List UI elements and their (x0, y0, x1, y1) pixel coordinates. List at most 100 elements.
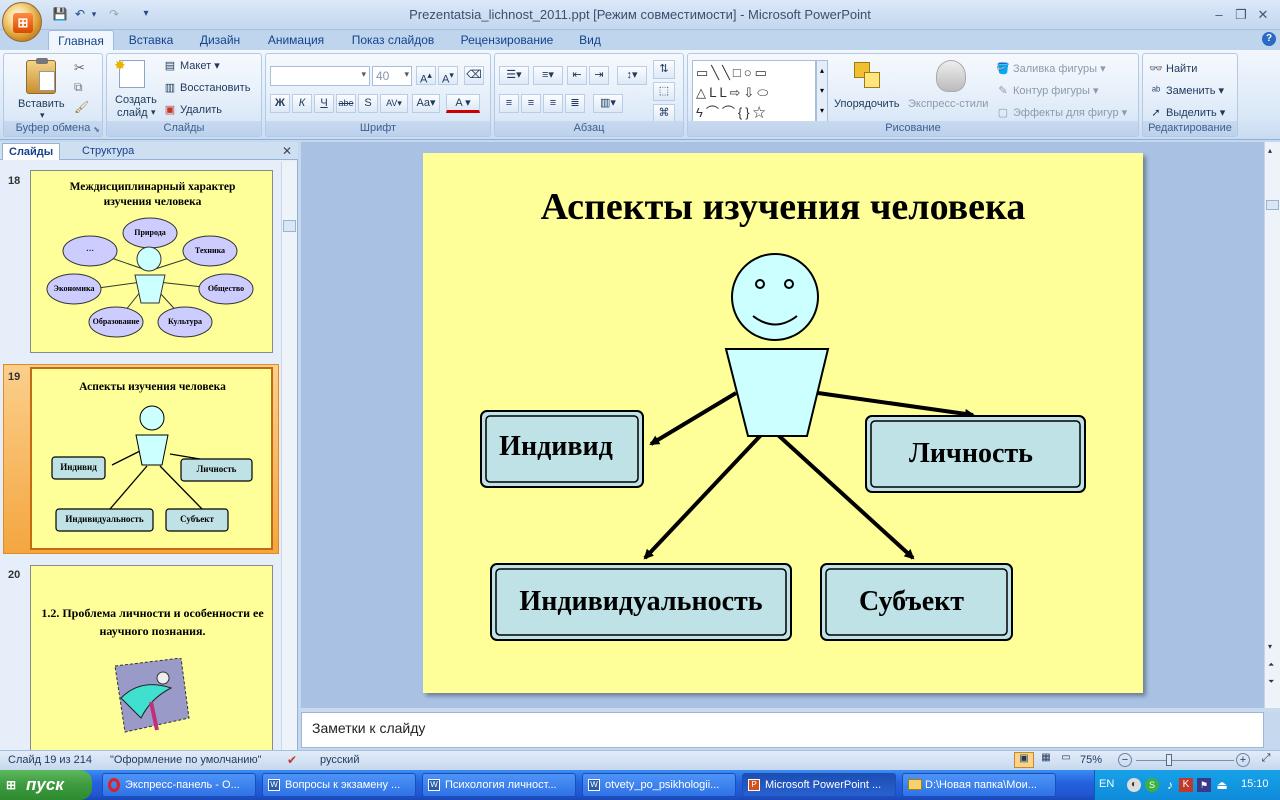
shape-effects-button[interactable]: ▢ Эффекты для фигур ▾ (996, 106, 1127, 120)
align-center-icon[interactable]: ≡ (521, 94, 541, 113)
slide-thumbnail-19[interactable]: Аспекты изучения человека Индивид Личнос… (30, 367, 273, 550)
slide-thumbnail-20[interactable]: 1.2. Проблема личности и особенности ее … (30, 565, 273, 750)
format-painter-icon[interactable]: 🖌 (74, 100, 89, 114)
strikethrough-icon[interactable]: abe (336, 94, 356, 113)
align-text-icon[interactable]: ⬚ (653, 82, 675, 101)
task-opera[interactable]: Экспресс-панель - О... (102, 773, 256, 797)
thumbnails-scroll-thumb[interactable] (283, 220, 296, 232)
network-icon[interactable]: ◐ (1127, 778, 1141, 792)
columns-icon[interactable]: ▥▾ (593, 94, 623, 113)
task-word-questions[interactable]: W Вопросы к экзамену ... (262, 773, 416, 797)
minimize-button[interactable]: – (1208, 6, 1230, 24)
font-color-icon[interactable]: A ▾ (446, 94, 480, 113)
thumbnails-scrollbar[interactable] (281, 162, 297, 750)
notes-pane[interactable]: Заметки к слайду (301, 712, 1264, 748)
box-individ[interactable]: Индивид (481, 431, 631, 463)
flag-icon[interactable]: ⚑ (1197, 778, 1211, 792)
find-button[interactable]: 👓 Найти (1149, 62, 1197, 76)
tab-slides-pane[interactable]: Слайды (2, 143, 61, 160)
scroll-up-icon[interactable]: ▴ (1268, 146, 1272, 155)
restore-button[interactable]: ❐ (1230, 6, 1252, 24)
box-individualnost[interactable]: Индивидуальность (491, 586, 791, 618)
font-name-combo[interactable]: ▾ (270, 66, 370, 86)
clear-format-icon[interactable]: ⌫ (464, 66, 484, 85)
new-slide-label-2[interactable]: слайд (117, 107, 148, 119)
new-slide-label-1[interactable]: Создать (115, 94, 157, 106)
slide-thumbnail-18[interactable]: Междисциплинарный характер изучения чело… (30, 170, 273, 353)
select-button[interactable]: ➚ Выделить ▾ (1149, 106, 1225, 120)
tab-animation[interactable]: Анимация (258, 30, 334, 50)
italic-icon[interactable]: К (292, 94, 312, 113)
task-powerpoint[interactable]: P Microsoft PowerPoint ... (742, 773, 896, 797)
task-explorer[interactable]: D:\Новая папка\Мои... (902, 773, 1056, 797)
zoom-out-icon[interactable]: − (1118, 753, 1132, 767)
quick-styles-button[interactable]: Экспресс-стили (908, 98, 988, 110)
shadow-icon[interactable]: S (358, 94, 378, 113)
shapes-scroll[interactable]: ▴ ▾ ▾ (816, 60, 828, 122)
replace-button[interactable]: ᵃᵇ Заменить ▾ (1149, 84, 1224, 98)
tab-slideshow[interactable]: Показ слайдов (342, 30, 444, 50)
slide-sorter-icon[interactable]: ▦ (1036, 752, 1056, 768)
kaspersky-icon[interactable]: K (1179, 778, 1193, 792)
delete-slide-button[interactable]: ▣ Удалить (163, 103, 222, 117)
shrink-font-icon[interactable]: A▾ (438, 66, 458, 86)
paste-icon[interactable] (26, 58, 56, 94)
box-lichnost[interactable]: Личность (866, 438, 1076, 470)
quick-styles-icon[interactable] (936, 60, 966, 92)
scroll-down-icon[interactable]: ▾ (1268, 642, 1272, 651)
text-direction-icon[interactable]: ⇅ (653, 60, 675, 79)
current-slide[interactable]: Аспекты изучения человека Индивид Личнос… (423, 153, 1143, 693)
language-indicator[interactable]: русский (320, 754, 359, 766)
shape-fill-button[interactable]: 🪣 Заливка фигуры ▾ (996, 62, 1105, 76)
start-button[interactable]: ⊞ пуск (0, 770, 92, 800)
zoom-slider[interactable] (1136, 760, 1234, 761)
tab-review[interactable]: Рецензирование (452, 30, 562, 50)
bullets-icon[interactable]: ☰▾ (499, 66, 529, 85)
zoom-in-icon[interactable]: + (1236, 753, 1250, 767)
close-button[interactable]: ✕ (1252, 6, 1274, 24)
grow-font-icon[interactable]: A▴ (416, 66, 436, 86)
layout-button[interactable]: ▤ Макет ▾ (163, 59, 220, 73)
slide-vertical-scrollbar[interactable]: ▴ ▾ ⏶ ⏷ (1264, 142, 1280, 708)
increase-indent-icon[interactable]: ⇥ (589, 66, 609, 85)
align-right-icon[interactable]: ≡ (543, 94, 563, 113)
paste-button[interactable]: Вставить (18, 98, 65, 110)
arrange-button[interactable]: Упорядочить (834, 98, 899, 110)
prev-slide-icon[interactable]: ⏶ (1268, 660, 1274, 670)
slide-scroll-thumb[interactable] (1266, 200, 1279, 210)
new-slide-dropdown-icon[interactable]: ▾ (151, 107, 156, 118)
spellcheck-icon[interactable]: ✔ (287, 753, 297, 767)
zoom-slider-handle[interactable] (1166, 754, 1172, 766)
cut-icon[interactable]: ✂ (74, 60, 85, 76)
justify-icon[interactable]: ≣ (565, 94, 585, 113)
bold-icon[interactable]: Ж (270, 94, 290, 113)
tab-home[interactable]: Главная (48, 30, 114, 50)
line-spacing-icon[interactable]: ↕▾ (617, 66, 647, 85)
shapes-gallery[interactable]: ▭╲╲□○▭ △ᒪᒪ⇨⇩⬭ ϟ⌒⌒{}☆ (692, 60, 816, 122)
tab-insert[interactable]: Вставка (120, 30, 182, 50)
copy-icon[interactable]: ⧉ (74, 80, 83, 95)
tab-view[interactable]: Вид (570, 30, 610, 50)
box-subekt[interactable]: Субъект (821, 586, 1002, 618)
language-tray[interactable]: EN (1099, 778, 1114, 790)
font-name-dropdown-icon[interactable]: ▾ (361, 69, 366, 80)
slideshow-view-icon[interactable]: ▭ (1056, 752, 1076, 768)
close-pane-icon[interactable]: ✕ (282, 144, 292, 158)
tab-outline-pane[interactable]: Структура (76, 143, 140, 160)
normal-view-icon[interactable]: ▣ (1014, 752, 1034, 768)
fit-to-window-icon[interactable]: ⤢ (1258, 752, 1274, 768)
help-icon[interactable]: ? (1262, 32, 1276, 46)
align-left-icon[interactable]: ≡ (499, 94, 519, 113)
new-slide-icon[interactable]: ✸ (114, 57, 145, 88)
clipboard-launcher-icon[interactable]: ⬊ (93, 125, 100, 134)
shapes-icons[interactable]: ▭╲╲□○▭ △ᒪᒪ⇨⇩⬭ ϟ⌒⌒{}☆ (696, 63, 816, 123)
decrease-indent-icon[interactable]: ⇤ (567, 66, 587, 85)
zoom-level[interactable]: 75% (1080, 754, 1102, 766)
reset-button[interactable]: ▥ Восстановить (163, 81, 251, 95)
task-word-otvety[interactable]: W otvety_po_psikhologii... (582, 773, 736, 797)
tab-design[interactable]: Дизайн (190, 30, 250, 50)
underline-icon[interactable]: Ч (314, 94, 334, 113)
change-case-icon[interactable]: Aa▾ (412, 94, 440, 113)
safely-remove-icon[interactable]: ⏏ (1215, 778, 1229, 792)
numbering-icon[interactable]: ≡▾ (533, 66, 563, 85)
